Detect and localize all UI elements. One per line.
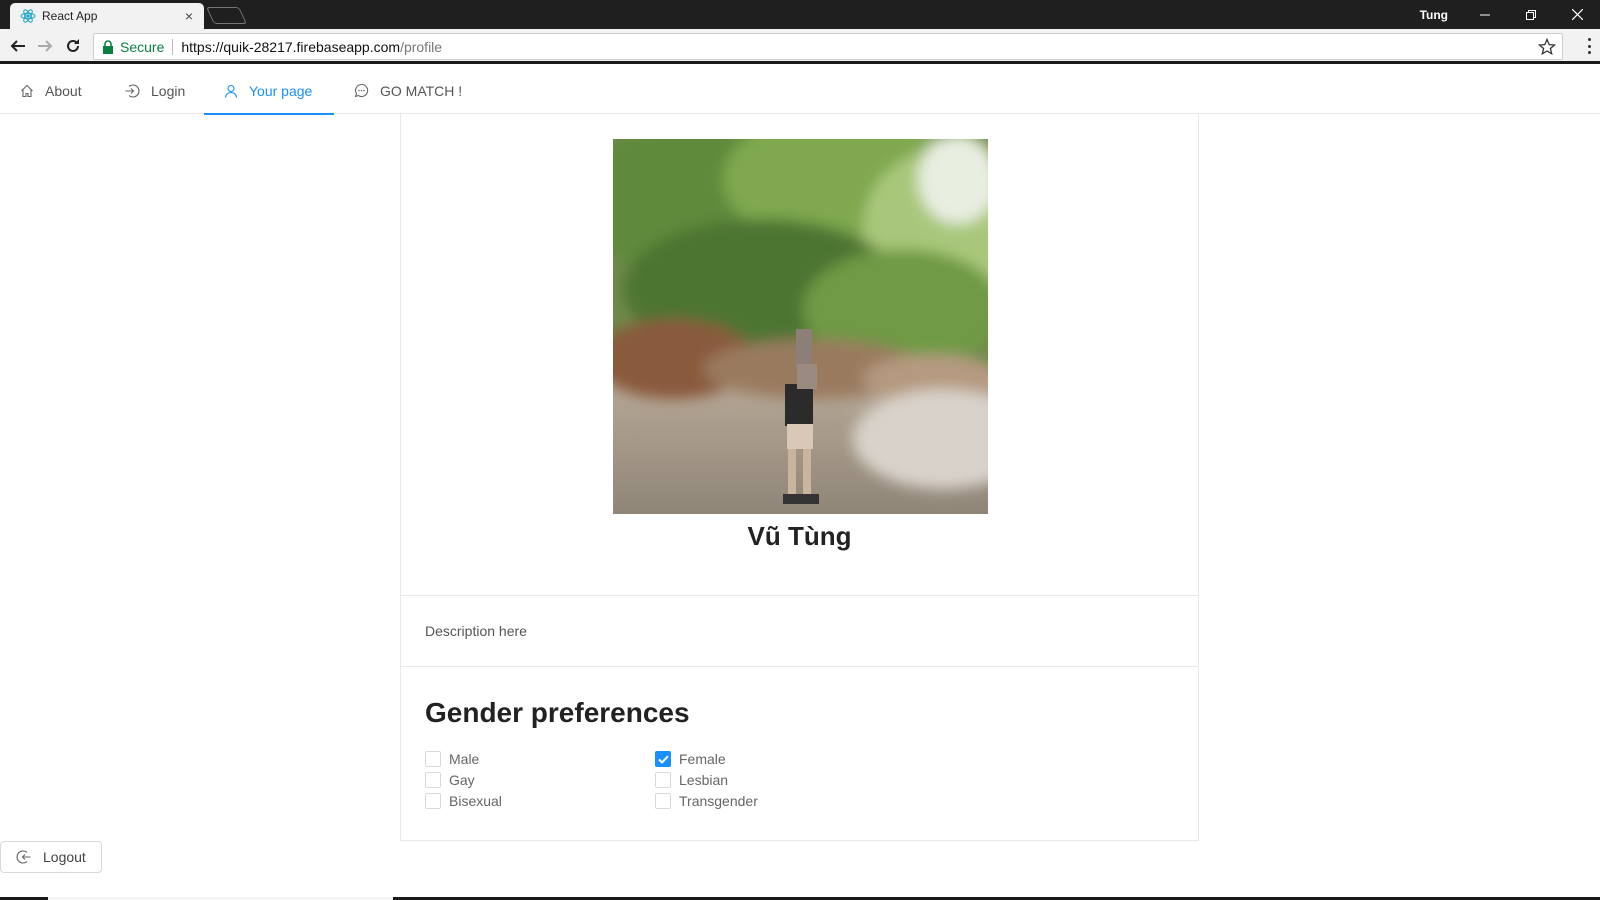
section-title: Gender preferences — [425, 697, 690, 728]
browser-menu-icon[interactable] — [1587, 38, 1591, 54]
back-arrow-icon[interactable] — [6, 35, 30, 57]
option-label: Transgender — [679, 793, 758, 809]
user-icon — [224, 84, 238, 98]
url-host: https://quik-28217.firebaseapp.com — [181, 38, 401, 55]
minimize-icon[interactable] — [1462, 0, 1508, 29]
browser-toolbar: Secure https://quik-28217.firebaseapp.co… — [0, 29, 1600, 64]
profile-photo — [613, 139, 988, 514]
message-icon — [354, 83, 369, 98]
new-tab-button[interactable] — [206, 7, 247, 24]
profile-description: Description here — [401, 596, 1198, 667]
profile-name: Vũ Tùng — [747, 521, 852, 551]
logout-label: Logout — [43, 849, 86, 865]
nav-item-label: Login — [151, 82, 186, 99]
nav-item-label: GO MATCH ! — [380, 82, 463, 99]
secure-label: Secure — [120, 38, 165, 55]
restore-icon[interactable] — [1508, 0, 1554, 29]
option-label: Female — [679, 751, 726, 767]
nav-item-label: About — [45, 82, 82, 99]
logout-icon — [16, 850, 31, 864]
tab-close-icon[interactable]: × — [182, 9, 196, 23]
browser-profile-name[interactable]: Tung — [1420, 8, 1448, 22]
profile-header: Vũ Tùng — [401, 114, 1198, 596]
option-male[interactable]: Male — [425, 751, 655, 767]
checkbox[interactable] — [425, 751, 441, 767]
url-path: /profile — [400, 38, 443, 55]
option-label: Bisexual — [449, 793, 502, 809]
browser-tab[interactable]: React App × — [10, 3, 204, 29]
option-label: Gay — [449, 772, 475, 788]
checkbox[interactable] — [655, 772, 671, 788]
option-transgender[interactable]: Transgender — [655, 793, 855, 809]
checkbox[interactable] — [425, 772, 441, 788]
checkbox-checked[interactable] — [655, 751, 671, 767]
option-label: Male — [449, 751, 480, 767]
omnibox-divider — [172, 38, 174, 55]
checkbox[interactable] — [425, 793, 441, 809]
app-nav-menu: About Login Your page GO MATCH ! — [0, 67, 1600, 115]
option-gay[interactable]: Gay — [425, 772, 655, 788]
lock-icon — [102, 39, 114, 54]
option-bisexual[interactable]: Bisexual — [425, 793, 655, 809]
nav-item-your-page[interactable]: Your page — [204, 67, 334, 115]
forward-arrow-icon[interactable] — [33, 35, 57, 57]
checkmark-icon — [657, 755, 669, 764]
browser-titlebar: React App × Tung — [0, 0, 1600, 29]
home-icon — [21, 84, 33, 97]
option-lesbian[interactable]: Lesbian — [655, 772, 855, 788]
reload-icon[interactable] — [61, 35, 85, 57]
nav-item-go-match[interactable]: GO MATCH ! — [354, 67, 462, 114]
nav-item-label: Your page — [249, 82, 313, 99]
window-close-icon[interactable] — [1554, 0, 1600, 29]
gender-preferences-section: Gender preferences Male Female Gay Lesbi… — [401, 667, 1198, 840]
profile-card: Vũ Tùng Description here Gender preferen… — [400, 114, 1199, 841]
nav-item-about[interactable]: About — [20, 67, 82, 114]
preference-options: Male Female Gay Lesbian Bisexual Transge… — [425, 751, 845, 809]
login-icon — [125, 83, 140, 98]
logout-button[interactable]: Logout — [0, 841, 102, 873]
option-female[interactable]: Female — [655, 751, 855, 767]
react-logo-icon — [20, 8, 36, 24]
bookmark-star-icon[interactable] — [1537, 37, 1557, 56]
checkbox[interactable] — [655, 793, 671, 809]
tab-title: React App — [42, 9, 98, 23]
option-label: Lesbian — [679, 772, 729, 788]
address-bar[interactable]: Secure https://quik-28217.firebaseapp.co… — [93, 33, 1563, 60]
nav-item-login[interactable]: Login — [124, 67, 185, 114]
